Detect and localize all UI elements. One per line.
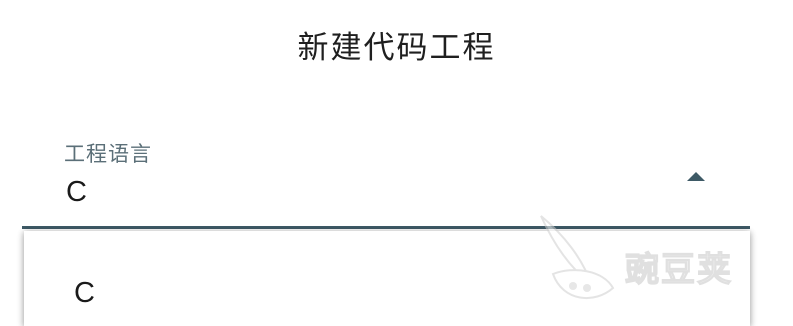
watermark: 豌豆荚 <box>533 214 763 306</box>
dropdown-toggle-button[interactable] <box>682 166 710 186</box>
watermark-logo-icon <box>540 215 615 300</box>
caret-up-icon <box>687 171 705 181</box>
dialog-title: 新建代码工程 <box>297 30 496 66</box>
watermark-text: 豌豆荚 <box>624 249 733 290</box>
language-field-value[interactable]: C <box>66 176 87 209</box>
menu-item-label: C <box>74 277 95 309</box>
language-field-label: 工程语言 <box>64 142 152 166</box>
